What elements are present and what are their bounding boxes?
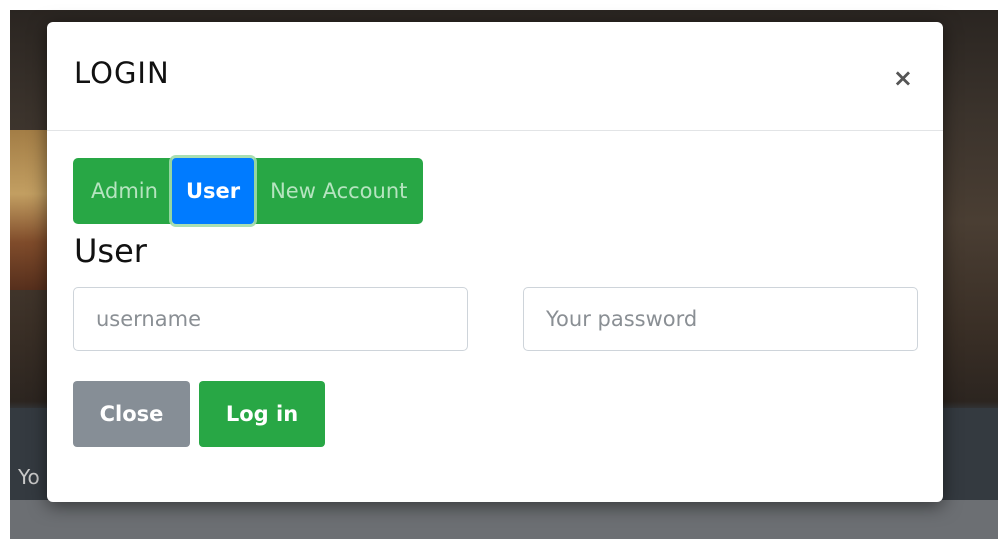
login-modal: LOGIN × Admin User New Account User Clos… bbox=[47, 22, 943, 502]
tab-new-account[interactable]: New Account bbox=[254, 158, 424, 224]
login-button[interactable]: Log in bbox=[199, 381, 325, 447]
tab-admin[interactable]: Admin bbox=[73, 158, 172, 224]
password-input[interactable] bbox=[523, 287, 918, 351]
close-button[interactable]: Close bbox=[73, 381, 190, 447]
footer-text: Yo bbox=[18, 465, 40, 489]
page-bottom-bar bbox=[10, 500, 998, 539]
modal-header: LOGIN × bbox=[47, 22, 943, 131]
background-food-image bbox=[10, 130, 50, 290]
tab-user[interactable]: User bbox=[171, 158, 255, 224]
modal-title: LOGIN bbox=[74, 56, 170, 90]
close-icon[interactable]: × bbox=[893, 66, 913, 90]
section-title: User bbox=[74, 232, 147, 270]
login-type-tabs: Admin User New Account bbox=[73, 158, 424, 224]
username-input[interactable] bbox=[73, 287, 468, 351]
